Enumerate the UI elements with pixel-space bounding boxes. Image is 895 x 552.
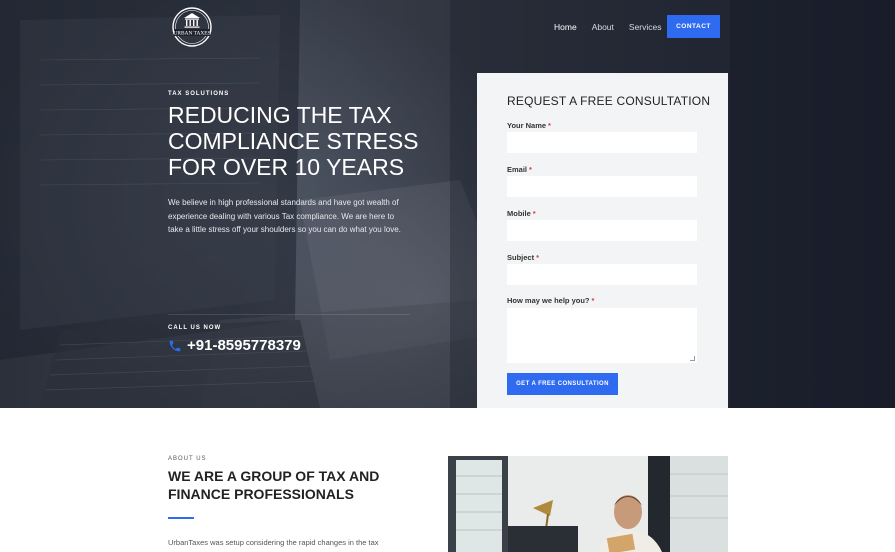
label-text: Email — [507, 165, 528, 174]
nav-item-home[interactable]: Home — [554, 21, 577, 33]
office-photo — [448, 456, 728, 552]
subject-label: Subject * — [507, 253, 539, 262]
consultation-form: REQUEST A FREE CONSULTATION Your Name * E… — [477, 73, 728, 408]
accent-bar — [168, 517, 194, 519]
main-nav: Home About Services — [554, 21, 677, 33]
about-title-line: WE ARE A GROUP OF TAX AND — [168, 468, 380, 484]
required-mark: * — [529, 165, 532, 174]
phone-icon — [169, 340, 181, 352]
message-textarea[interactable] — [507, 308, 697, 363]
hero-headline-line: FOR OVER 10 YEARS — [168, 154, 405, 180]
name-field[interactable] — [507, 132, 697, 153]
divider — [168, 314, 410, 315]
call-kicker: CALL US NOW — [168, 325, 222, 331]
contact-button[interactable]: CONTACT — [667, 15, 720, 38]
email-field[interactable] — [507, 176, 697, 197]
required-mark: * — [532, 209, 536, 218]
about-title: WE ARE A GROUP OF TAX AND FINANCE PROFES… — [168, 467, 408, 503]
get-consultation-button[interactable]: GET A FREE CONSULTATION — [507, 373, 618, 395]
name-label: Your Name * — [507, 121, 551, 130]
nav-item-services[interactable]: Services — [629, 21, 662, 33]
about-title-line: FINANCE PROFESSIONALS — [168, 486, 354, 502]
resize-handle-icon[interactable] — [690, 356, 695, 361]
svg-text:URBAN TAXES: URBAN TAXES — [173, 31, 210, 37]
hero-headline-line: COMPLIANCE STRESS — [168, 128, 419, 154]
mobile-label: Mobile * — [507, 209, 536, 218]
hero-intro: We believe in high professional standard… — [168, 198, 401, 234]
required-mark: * — [591, 296, 595, 305]
hero-kicker: TAX SOLUTIONS — [168, 91, 230, 97]
subject-field[interactable] — [507, 264, 697, 285]
required-mark: * — [548, 121, 551, 130]
label-text: Mobile — [507, 209, 531, 218]
urban-taxes-logo[interactable]: URBAN TAXES — [170, 6, 214, 48]
nav-item-about[interactable]: About — [592, 21, 614, 33]
about-text: UrbanTaxes was setup considering the rap… — [168, 538, 379, 547]
about-kicker: ABOUT US — [168, 456, 207, 462]
hero-headline-line: REDUCING THE TAX — [168, 102, 392, 128]
hero-section: URBAN TAXES Home About Services CONTACT … — [0, 0, 895, 408]
phone-number[interactable]: +91-8595778379 — [187, 337, 301, 354]
mobile-field[interactable] — [507, 220, 697, 241]
hero-headline: REDUCING THE TAX COMPLIANCE STRESS FOR O… — [168, 102, 428, 180]
label-text: Subject — [507, 253, 535, 262]
label-text: Your Name — [507, 121, 547, 130]
hero-background-image — [0, 0, 895, 408]
label-text: How may we help you? — [507, 296, 590, 305]
message-label: How may we help you? * — [507, 296, 594, 305]
form-title: REQUEST A FREE CONSULTATION — [507, 94, 711, 108]
email-label: Email * — [507, 165, 532, 174]
required-mark: * — [536, 253, 540, 262]
